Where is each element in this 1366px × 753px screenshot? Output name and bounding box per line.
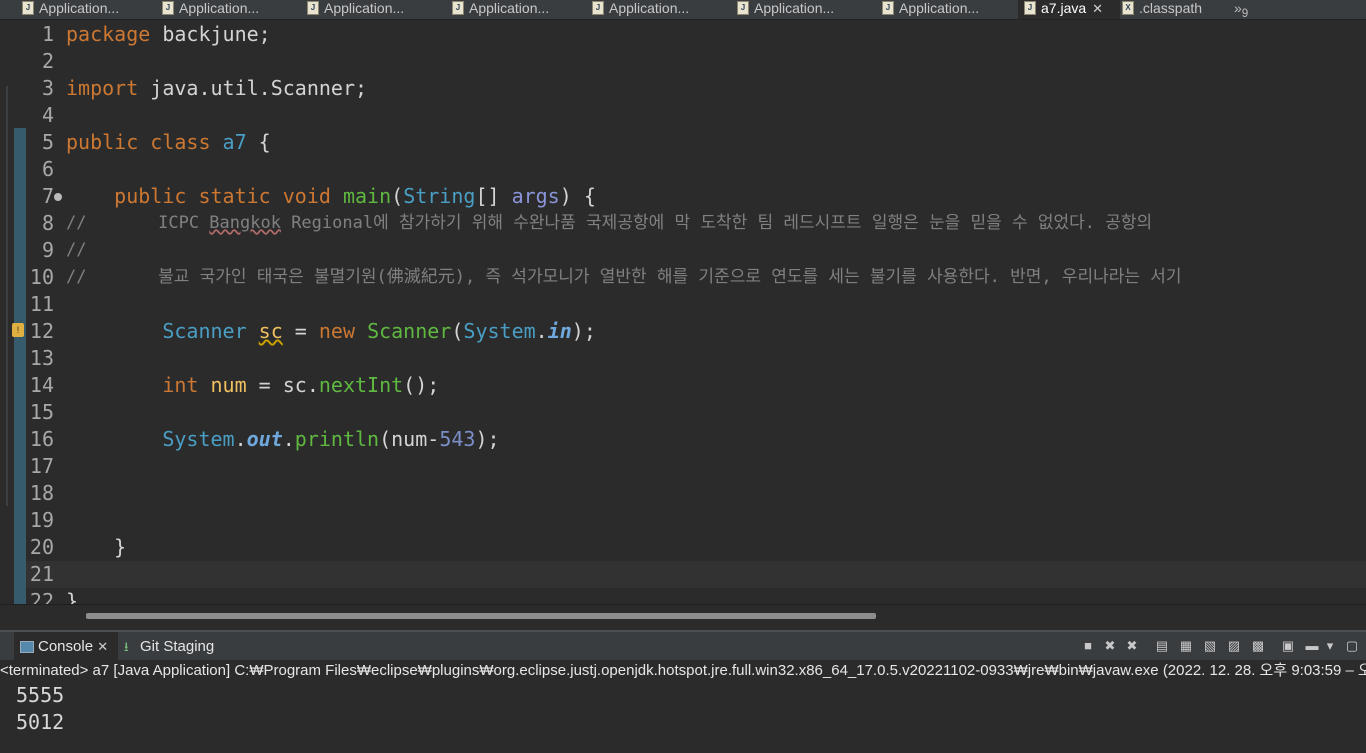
line-number: 3 (41, 76, 54, 100)
remove-all-terminated-icon[interactable]: ✖ (1124, 638, 1140, 654)
editor-horizontal-scrollbar[interactable] (0, 604, 1366, 627)
line-number: 7 (41, 184, 54, 208)
code-line: 14 int num = sc.nextInt(); (26, 372, 1366, 399)
code-editor[interactable]: 1 package backjune; 2 3 import java.util.S… (26, 20, 1366, 604)
code-line: 12 Scanner sc = new Scanner(System.in); (26, 318, 1366, 345)
quick-diff-bar (14, 128, 26, 604)
tab-console[interactable]: Console ✕ (14, 632, 118, 662)
code-line: 10// 불교 국가인 태국은 불멸기원(佛滅紀元), 즉 석가모니가 열반한 … (26, 264, 1366, 291)
line-number: 2 (41, 49, 54, 73)
display-selected-console-icon[interactable]: ▬ (1304, 638, 1320, 654)
code-line: 2 (26, 48, 1366, 75)
console-output-line: 5012 (16, 710, 65, 734)
java-file-icon: J (737, 1, 749, 16)
java-file-icon: J (452, 1, 464, 16)
current-line: 21 (26, 561, 1366, 588)
line-number: 17 (29, 454, 54, 478)
java-file-icon: J (592, 1, 604, 16)
terminate-icon[interactable]: ■ (1080, 638, 1096, 654)
line-number: 13 (29, 346, 54, 370)
tab-a7-java[interactable]: Ja7.java ✕ (1018, 0, 1120, 19)
code-line: 4 (26, 102, 1366, 129)
line-number: 8 (41, 211, 54, 235)
tab-application-4[interactable]: J Application... (452, 0, 572, 19)
line-number: 6 (41, 157, 54, 181)
code-line: 1 package backjune; (26, 21, 1366, 48)
pin-console-icon[interactable]: ▣ (1280, 638, 1296, 654)
line-number: 15 (29, 400, 54, 424)
tab-git-staging[interactable]: ⭳ Git Staging (118, 632, 228, 662)
show-on-output-icon[interactable]: ▨ (1226, 638, 1242, 654)
line-number: 5 (41, 130, 54, 154)
line-number: 21 (29, 562, 54, 586)
change-ruler (14, 20, 26, 604)
word-wrap-icon[interactable]: ▧ (1202, 638, 1218, 654)
code-line: 16 System.out.println(num-543); (26, 426, 1366, 453)
code-line: 8// ICPC Bangkok Regional에 참가하기 위해 수완나품 … (26, 210, 1366, 237)
code-line: 7 public static void main(String[] args)… (26, 183, 1366, 210)
line-number: 18 (29, 481, 54, 505)
code-line: 3 import java.util.Scanner; (26, 75, 1366, 102)
tab-application-2[interactable]: J Application... (162, 0, 282, 19)
line-number: 1 (41, 22, 54, 46)
code-line: 20 } (26, 534, 1366, 561)
code-line: 13 (26, 345, 1366, 372)
code-line: 18 (26, 480, 1366, 507)
line-number: 16 (29, 427, 54, 451)
line-number: 20 (29, 535, 54, 559)
tab-application-7[interactable]: J Application... (882, 0, 1002, 19)
editor-margin (0, 20, 14, 604)
code-line: 6 (26, 156, 1366, 183)
line-number: 4 (41, 103, 54, 127)
console-launch-description: <terminated> a7 [Java Application] C:₩Pr… (0, 660, 1366, 682)
console-view-tabs: Console ✕ ⭳ Git Staging ■ ✖ ✖ ▤ ▦ ▧ ▨ ▩ ▣… (0, 630, 1366, 662)
remove-launch-icon[interactable]: ✖ (1102, 638, 1118, 654)
close-icon[interactable]: ✕ (97, 639, 108, 654)
line-number: 14 (29, 373, 54, 397)
close-icon[interactable]: ✕ (1092, 1, 1103, 16)
java-file-icon: J (162, 1, 174, 16)
line-number: 19 (29, 508, 54, 532)
fold-toggle-icon[interactable] (54, 193, 62, 201)
editor-tab-bar: J Application... J Application... J Applica… (0, 0, 1366, 20)
tab-classpath[interactable]: X .classpath (1122, 0, 1222, 19)
line-number: 11 (29, 292, 54, 316)
code-line: 19 (26, 507, 1366, 534)
java-file-icon: J (307, 1, 319, 16)
console-icon (20, 641, 34, 654)
console-output[interactable]: 5555 5012 (0, 682, 1366, 753)
tab-application-1[interactable]: J Application... (22, 0, 142, 19)
code-line: 17 (26, 453, 1366, 480)
overview-marker (6, 86, 8, 506)
scroll-lock-icon[interactable]: ▦ (1178, 638, 1194, 654)
more-tabs-button[interactable]: »9 (1234, 0, 1264, 19)
java-file-icon: J (22, 1, 34, 16)
open-console-icon[interactable]: ▢ (1344, 638, 1360, 654)
git-staging-icon: ⭳ (124, 639, 129, 655)
line-number: 9 (41, 238, 54, 262)
code-line: 9// (26, 237, 1366, 264)
xml-file-icon: X (1122, 1, 1134, 16)
code-line: 5 public class a7 { (26, 129, 1366, 156)
line-number: 12 (29, 319, 54, 343)
code-line: 11 (26, 291, 1366, 318)
chevron-down-icon[interactable]: ▾ (1322, 638, 1338, 654)
scrollbar-thumb[interactable] (86, 613, 876, 619)
show-on-error-icon[interactable]: ▩ (1250, 638, 1266, 654)
line-number: 22 (29, 589, 54, 604)
java-file-icon: J (882, 1, 894, 16)
tab-application-6[interactable]: J Application... (737, 0, 857, 19)
java-file-icon: J (1024, 1, 1036, 16)
clear-console-icon[interactable]: ▤ (1154, 638, 1170, 654)
tab-application-5[interactable]: J Application... (592, 0, 712, 19)
console-output-line: 5555 (16, 683, 65, 707)
line-number: 10 (29, 265, 54, 289)
code-line: 22} (26, 588, 1366, 604)
tab-application-3[interactable]: J Application... (307, 0, 427, 19)
code-line: 15 (26, 399, 1366, 426)
warning-icon[interactable]: ! (12, 323, 24, 337)
